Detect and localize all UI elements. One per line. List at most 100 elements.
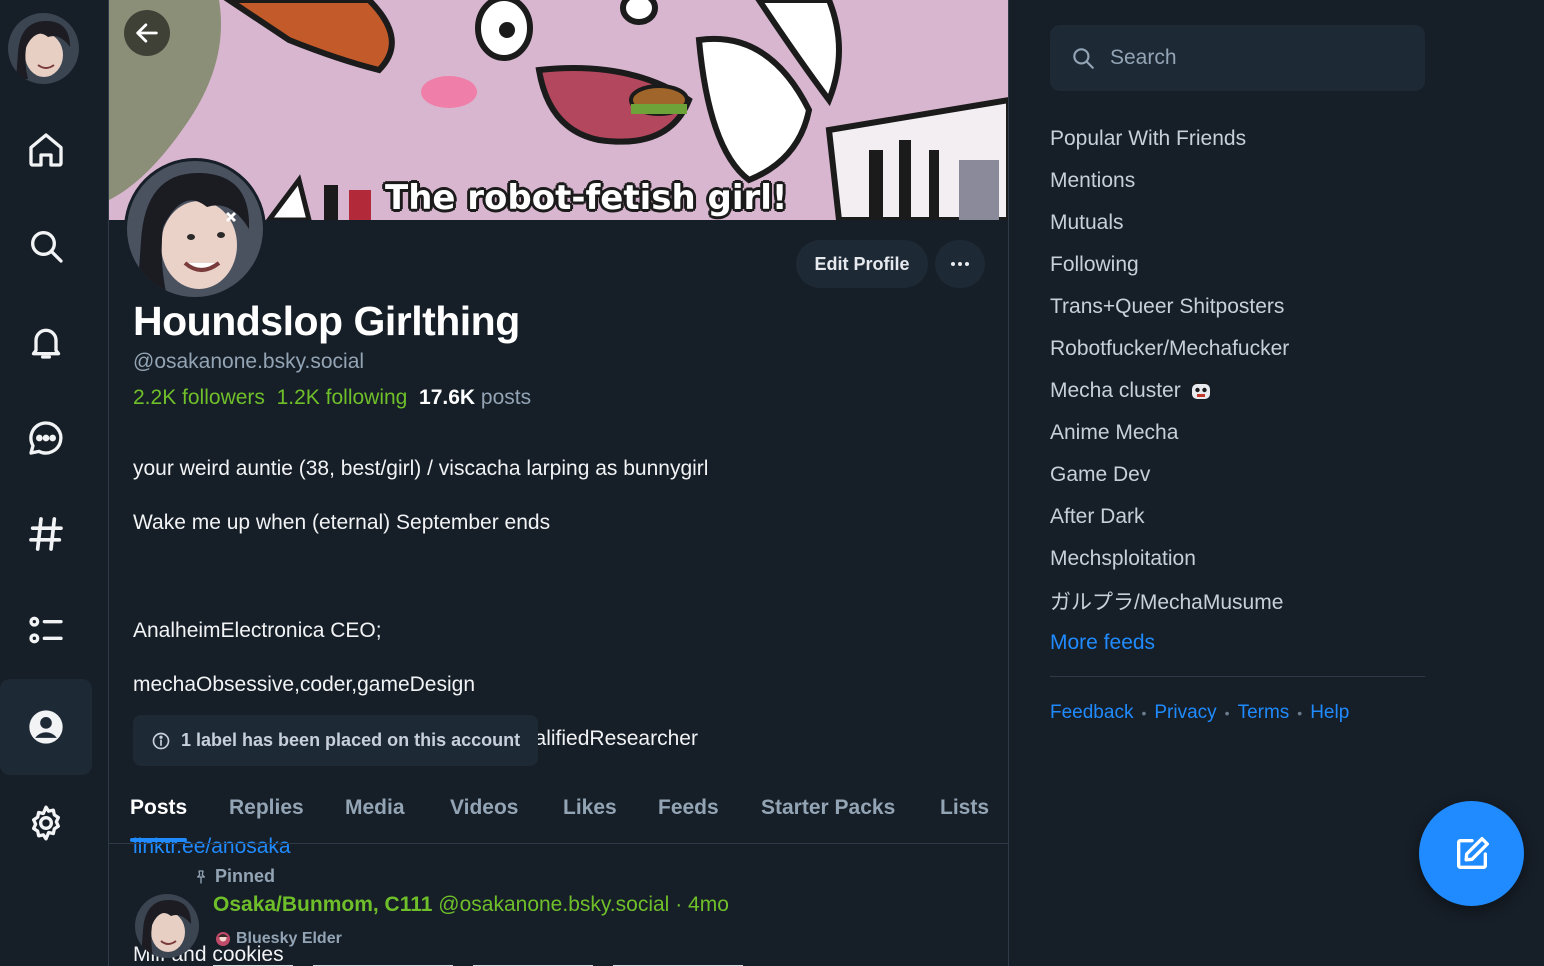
pinned-label: Pinned (215, 866, 276, 886)
help-link[interactable]: Help (1310, 702, 1349, 724)
post-author-badge: Bluesky Elder (215, 930, 342, 948)
footer-separator: • (1224, 705, 1230, 721)
home-icon (29, 133, 63, 167)
post-text-truncated (213, 958, 753, 966)
nav-chat[interactable] (0, 390, 92, 486)
banner-caption: The robot-fetish girl! (385, 178, 788, 218)
badge-icon (216, 932, 230, 946)
post-time: 4mo (688, 893, 729, 916)
followers-link[interactable]: 2.2K followers (133, 386, 265, 409)
feed-link[interactable]: Mentions (1050, 160, 1289, 202)
footer-separator: • (1297, 705, 1303, 721)
following-link[interactable]: 1.2K following (277, 386, 408, 409)
label-notice-text: 1 label has been placed on this account (181, 730, 521, 750)
list-icon (29, 616, 63, 644)
nav-profile[interactable] (0, 679, 92, 775)
compose-post-button[interactable] (1419, 801, 1524, 906)
post-separator: · (675, 893, 683, 916)
search-icon (1073, 48, 1094, 69)
feed-link[interactable]: ガルプラ/MechaMusume (1050, 580, 1289, 622)
active-tab-indicator (130, 838, 187, 842)
search-placeholder: Search (1110, 46, 1177, 69)
nav-feeds[interactable] (0, 486, 92, 582)
bio-line: your weird auntie (38, best/girl) / visc… (133, 457, 709, 480)
profile-handle: @osakanone.bsky.social (133, 350, 365, 373)
avatar-image (127, 161, 263, 297)
search-icon (31, 231, 63, 263)
more-feeds-link[interactable]: More feeds (1050, 622, 1289, 664)
feed-link[interactable]: Following (1050, 244, 1289, 286)
user-circle-icon (29, 710, 63, 744)
pin-icon (197, 869, 205, 884)
following-label: following (325, 386, 408, 409)
current-user-avatar[interactable] (8, 13, 79, 84)
feed-link[interactable]: Robotfucker/Mechafucker (1050, 328, 1289, 370)
feed-link[interactable]: Game Dev (1050, 454, 1289, 496)
feed-link[interactable]: Mecha cluster (1050, 370, 1289, 412)
feed-link[interactable]: Popular With Friends (1050, 118, 1289, 160)
tab-posts[interactable]: Posts (130, 796, 187, 820)
left-navigation (0, 0, 108, 966)
followers-label: followers (182, 386, 265, 409)
sidebar-divider (1050, 676, 1425, 677)
more-options-button[interactable] (935, 240, 985, 288)
profile-avatar[interactable] (124, 158, 266, 300)
nav-search[interactable] (0, 198, 92, 294)
feed-link[interactable]: After Dark (1050, 496, 1289, 538)
back-button[interactable] (124, 10, 170, 56)
arrow-left-icon (136, 23, 158, 43)
ellipsis-icon (951, 262, 969, 266)
nav-settings[interactable] (0, 775, 92, 871)
footer-separator: • (1141, 705, 1147, 721)
bio-line: mechaObsessive,coder,gameDesign (133, 673, 476, 696)
posts-count: 17.6K (419, 386, 476, 409)
nav-lists[interactable] (0, 582, 92, 678)
post-author-handle: @osakanone.bsky.social (438, 893, 670, 916)
privacy-link[interactable]: Privacy (1154, 702, 1216, 724)
following-count: 1.2K (276, 386, 320, 409)
account-label-notice[interactable]: 1 label has been placed on this account (133, 715, 539, 766)
edit-profile-button[interactable]: Edit Profile (796, 240, 928, 288)
post-author[interactable]: Osaka/Bunmom, C111 @osakanone.bsky.socia… (213, 893, 729, 917)
robot-emoji-icon (1191, 380, 1210, 399)
feedback-link[interactable]: Feedback (1050, 702, 1133, 724)
post-badge-text: Bluesky Elder (236, 930, 342, 947)
feeds-list: Popular With Friends Mentions Mutuals Fo… (1050, 118, 1289, 664)
nav-notifications[interactable] (0, 294, 92, 390)
post-author-name: Osaka/Bunmom, C111 (213, 893, 433, 916)
avatar-image (135, 894, 199, 958)
display-name: Houndslop Girlthing (133, 298, 520, 344)
bell-icon (31, 328, 61, 359)
nav-home[interactable] (0, 102, 92, 198)
followers-count: 2.2K (133, 386, 177, 409)
bio-line: Wake me up when (eternal) September ends (133, 511, 551, 534)
feed-link[interactable]: Trans+Queer Shitposters (1050, 286, 1289, 328)
tab-starter-packs[interactable]: Starter Packs (761, 796, 895, 820)
feed-link[interactable]: Mutuals (1050, 202, 1289, 244)
tab-videos[interactable]: Videos (450, 796, 518, 820)
posts-label: posts (480, 386, 532, 409)
avatar-image (8, 13, 79, 84)
tab-likes[interactable]: Likes (563, 796, 617, 820)
profile-stats: 2.2K followers 1.2K following 17.6K post… (133, 386, 531, 410)
footer-links: Feedback • Privacy • Terms • Help (1050, 702, 1349, 724)
profile-tabs: Posts Replies Media Videos Likes Feeds S… (109, 780, 1008, 844)
terms-link[interactable]: Terms (1238, 702, 1290, 724)
bio-line: AnalheimElectronica CEO; (133, 619, 382, 642)
hashtag-icon (29, 517, 63, 551)
pinned-indicator: Pinned (193, 866, 275, 887)
tab-feeds[interactable]: Feeds (658, 796, 719, 820)
tab-media[interactable]: Media (345, 796, 405, 820)
tab-lists[interactable]: Lists (940, 796, 989, 820)
post-author-avatar[interactable] (135, 894, 199, 958)
search-input[interactable]: Search (1050, 25, 1425, 91)
feed-label: Mecha cluster (1050, 379, 1181, 402)
gear-icon (31, 805, 60, 841)
compose-icon (1456, 836, 1489, 869)
info-icon (152, 732, 170, 749)
tab-replies[interactable]: Replies (229, 796, 304, 820)
feed-link[interactable]: Mechsploitation (1050, 538, 1289, 580)
profile-column: The robot-fetish girl! Edit Profile Houn… (108, 0, 1009, 966)
feed-link[interactable]: Anime Mecha (1050, 412, 1289, 454)
chat-icon (29, 421, 63, 455)
